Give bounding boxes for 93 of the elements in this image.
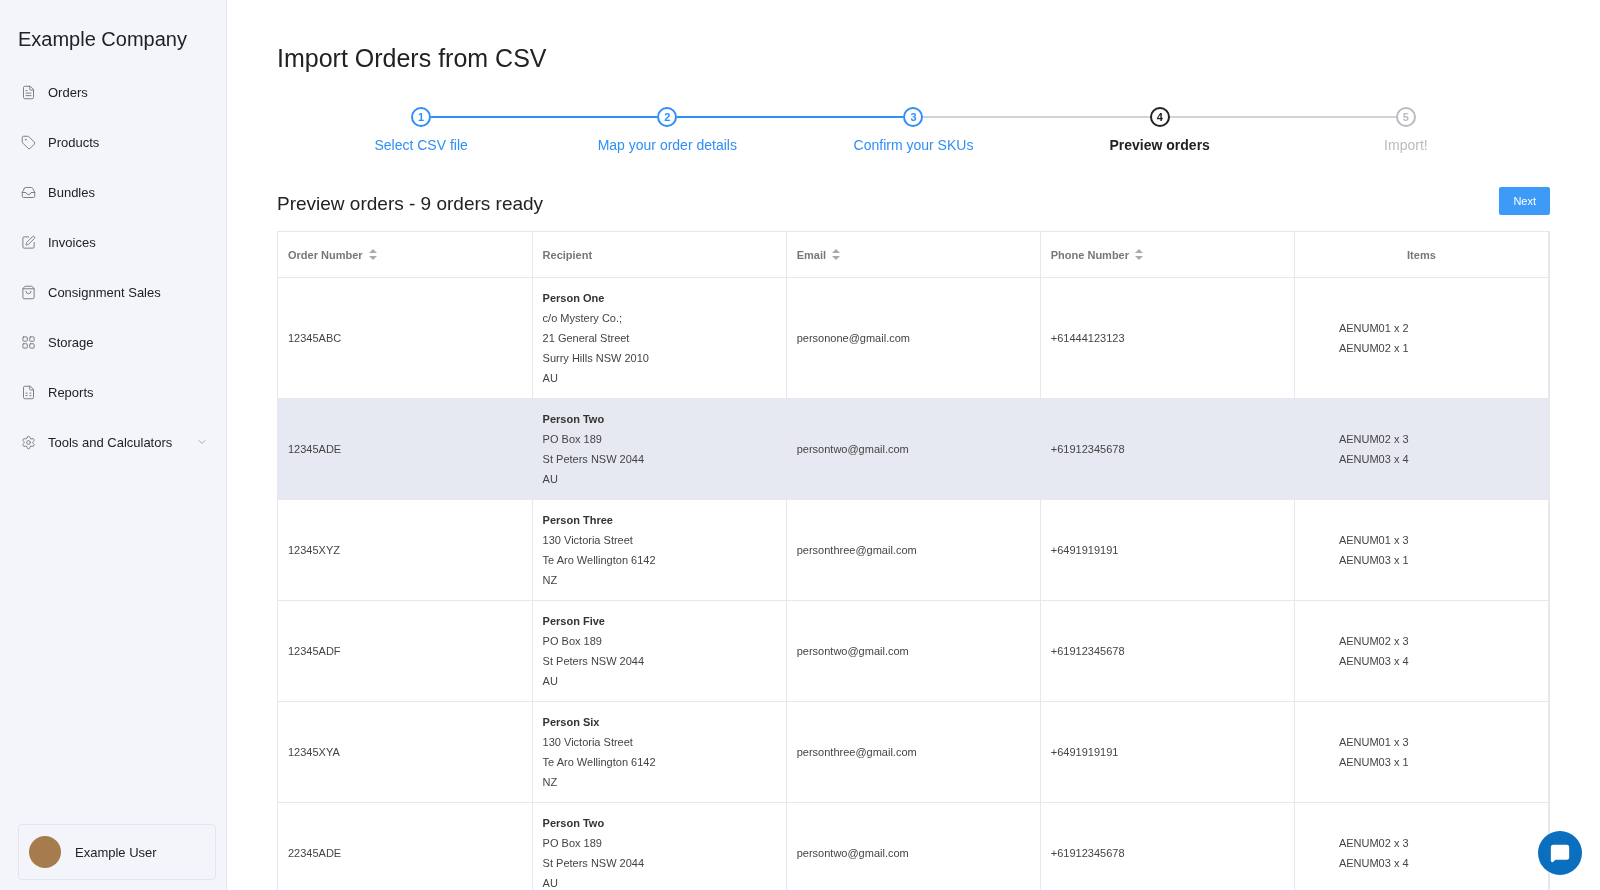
address-line: PO Box 189 <box>542 634 603 649</box>
table-cell: +61912345678 <box>1040 802 1295 890</box>
table-cell: +6491919191 <box>1040 701 1295 803</box>
recipient-name: Person Six <box>542 715 601 730</box>
avatar <box>29 836 61 868</box>
address-line: 21 General Street <box>542 331 631 346</box>
recipient-name: Person One <box>542 291 606 306</box>
item-line: AENUM02 x 3 <box>1338 836 1410 851</box>
address-line: c/o Mystery Co.; <box>542 311 624 326</box>
recipient-name: Person Three <box>542 513 614 528</box>
sort-icon[interactable] <box>832 249 841 260</box>
item-line: AENUM03 x 4 <box>1338 856 1410 871</box>
settings-icon <box>21 434 36 450</box>
recipient-name: Person Five <box>542 614 606 629</box>
company-name: Example Company <box>18 28 188 51</box>
user-name: Example User <box>75 844 157 860</box>
report-icon <box>21 384 36 400</box>
table-cell: persontwo@gmail.com <box>786 398 1041 500</box>
grid-icon <box>21 334 36 350</box>
table-cell: persontwo@gmail.com <box>786 802 1041 890</box>
address-line: AU <box>542 371 559 386</box>
table-cell: +6491919191 <box>1040 499 1295 601</box>
column-header[interactable]: Order Number <box>278 232 533 278</box>
table-cell: 12345ABC <box>278 277 533 399</box>
tray-icon <box>21 184 36 200</box>
step-number: 5 <box>1395 107 1416 127</box>
step-number: 3 <box>903 107 924 127</box>
column-header: Items <box>1294 232 1549 278</box>
sidebar-item[interactable]: Products <box>18 117 216 167</box>
sidebar-item[interactable]: Storage <box>18 317 216 367</box>
address-line: PO Box 189 <box>542 836 603 851</box>
step-label[interactable]: Preview orders <box>1109 137 1210 153</box>
sidebar-item[interactable]: Invoices <box>18 217 216 267</box>
address-line: St Peters NSW 2044 <box>542 452 646 467</box>
edit-icon <box>21 234 36 250</box>
address-line: 130 Victoria Street <box>542 735 634 750</box>
table-cell: 12345XYA <box>278 701 533 803</box>
tag-icon <box>21 134 36 150</box>
address-line: St Peters NSW 2044 <box>542 654 646 669</box>
sidebar-item[interactable]: Orders <box>18 67 216 117</box>
address-line: Te Aro Wellington 6142 <box>542 755 657 770</box>
address-line: NZ <box>542 573 559 588</box>
table-cell: 12345XYZ <box>278 499 533 601</box>
item-line: AENUM02 x 1 <box>1338 341 1410 356</box>
sidebar-item[interactable]: Tools and Calculators <box>18 417 216 467</box>
sort-icon[interactable] <box>1135 249 1143 260</box>
user-card[interactable]: Example User <box>18 824 216 880</box>
item-line: AENUM03 x 1 <box>1338 553 1410 568</box>
step-number: 1 <box>411 107 432 127</box>
column-header[interactable]: Phone Number <box>1040 232 1295 278</box>
address-line: Surry Hills NSW 2010 <box>542 351 650 366</box>
sidebar-item[interactable]: Consignment Sales <box>18 267 216 317</box>
item-line: AENUM03 x 4 <box>1338 452 1410 467</box>
item-line: AENUM03 x 4 <box>1338 654 1410 669</box>
address-line: AU <box>542 674 559 689</box>
section-heading: Preview orders - 9 orders ready <box>277 193 544 215</box>
chat-button[interactable] <box>1538 831 1582 875</box>
item-line: AENUM01 x 3 <box>1338 735 1410 750</box>
table-cell: persontwo@gmail.com <box>786 600 1041 702</box>
table-cell: +61444123123 <box>1040 277 1295 399</box>
page-title: Import Orders from CSV <box>277 44 548 73</box>
address-line: PO Box 189 <box>542 432 603 447</box>
table-cell: 12345ADE <box>278 398 533 500</box>
item-line: AENUM01 x 3 <box>1338 533 1410 548</box>
document-icon <box>21 84 36 100</box>
item-line: AENUM02 x 3 <box>1338 634 1410 649</box>
column-header: Recipient <box>532 232 787 278</box>
bag-icon <box>21 284 36 300</box>
table-cell: +61912345678 <box>1040 398 1295 500</box>
recipient-name: Person Two <box>542 412 606 427</box>
sidebar-item[interactable]: Reports <box>18 367 216 417</box>
sort-icon[interactable] <box>368 249 377 260</box>
table-cell: 22345ADE <box>278 802 533 890</box>
step-number: 2 <box>657 107 678 127</box>
table-cell: 12345ADF <box>278 600 533 702</box>
step-number: 4 <box>1149 107 1170 127</box>
address-line: AU <box>542 876 559 890</box>
table-cell: personone@gmail.com <box>786 277 1041 399</box>
column-header[interactable]: Email <box>786 232 1041 278</box>
item-line: AENUM01 x 2 <box>1338 321 1410 336</box>
address-line: St Peters NSW 2044 <box>542 856 646 871</box>
address-line: NZ <box>542 775 559 790</box>
address-line: AU <box>542 472 559 487</box>
table-cell: personthree@gmail.com <box>786 701 1041 803</box>
table-cell: personthree@gmail.com <box>786 499 1041 601</box>
sidebar-item[interactable]: Bundles <box>18 167 216 217</box>
table-cell: +61912345678 <box>1040 600 1295 702</box>
chat-icon <box>1550 843 1570 863</box>
item-line: AENUM03 x 1 <box>1338 755 1410 770</box>
recipient-name: Person Two <box>542 816 606 831</box>
address-line: 130 Victoria Street <box>542 533 634 548</box>
address-line: Te Aro Wellington 6142 <box>542 553 657 568</box>
item-line: AENUM02 x 3 <box>1338 432 1410 447</box>
